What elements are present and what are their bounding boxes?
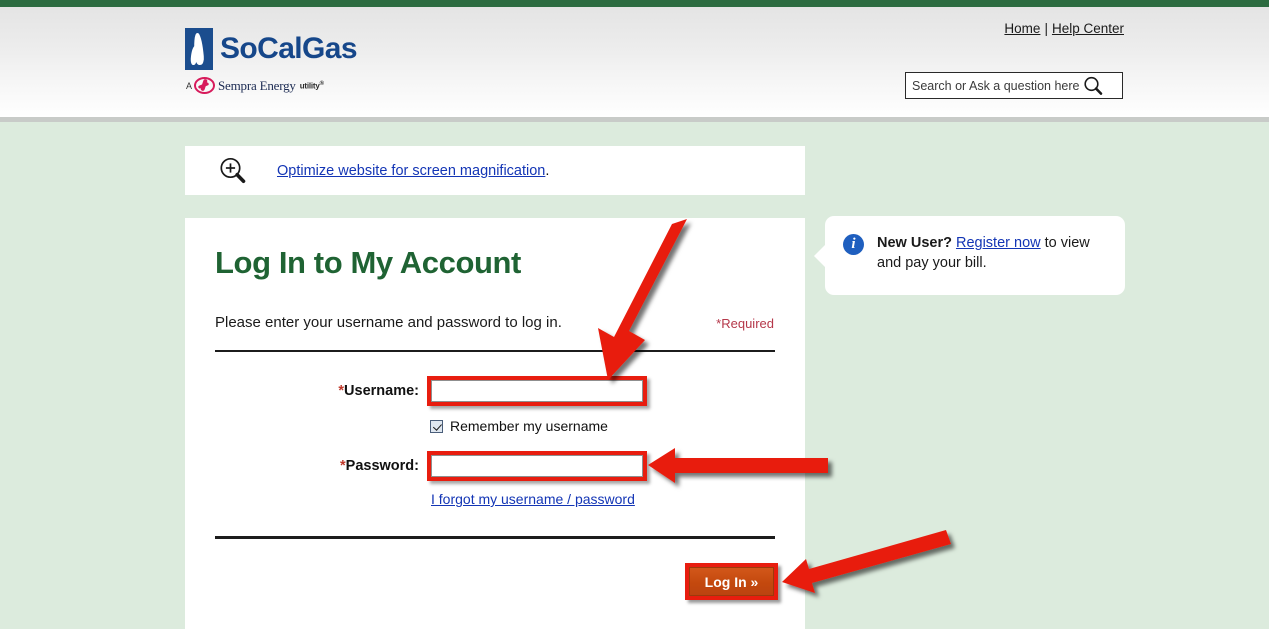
optimize-notice-text: Optimize website for screen magnificatio…: [277, 163, 549, 179]
username-input[interactable]: [431, 380, 643, 402]
tagline-prefix: A: [186, 80, 193, 91]
login-instruction: Please enter your username and password …: [215, 314, 562, 331]
sempra-runner-icon: [194, 77, 216, 94]
arrow-pointing-to-login-button: [782, 530, 951, 593]
search-box[interactable]: [905, 72, 1123, 99]
tagline-name: Sempra Energy: [218, 77, 296, 93]
login-button[interactable]: Log In »: [689, 567, 774, 596]
forgot-credentials-row: I forgot my username / password: [427, 491, 635, 507]
search-icon[interactable]: [1082, 75, 1104, 97]
password-row: *Password:: [185, 451, 805, 481]
form-divider-bottom: [215, 536, 775, 539]
password-label-text: Password:: [345, 458, 419, 474]
username-label: *Username:: [185, 383, 427, 399]
tagline-suffix: utility®: [299, 80, 324, 91]
help-center-link[interactable]: Help Center: [1052, 21, 1124, 36]
notice-period: .: [545, 162, 550, 179]
socalgas-logo[interactable]: SoCalGas A Sempra Energy utility®: [185, 28, 358, 94]
username-row: *Username:: [185, 376, 805, 406]
header-divider: [0, 117, 1269, 122]
register-now-link[interactable]: Register now: [956, 235, 1041, 251]
new-user-callout: i New User? Register now to view and pay…: [814, 216, 1125, 295]
form-divider-top: [215, 350, 775, 352]
optimize-magnification-link[interactable]: Optimize website for screen magnificatio…: [277, 163, 545, 179]
logo-primary: SoCalGas: [185, 28, 358, 70]
username-label-text: Username:: [344, 383, 419, 399]
info-icon: i: [843, 234, 864, 255]
remember-username-checkbox[interactable]: [430, 419, 443, 433]
password-label: *Password:: [185, 458, 427, 474]
callout-content: i New User? Register now to view and pay…: [843, 233, 1107, 273]
remember-username-label: Remember my username: [450, 418, 608, 434]
highlight-box-password: [427, 451, 647, 481]
top-accent-bar: [0, 0, 1269, 7]
remember-username-row[interactable]: Remember my username: [427, 418, 608, 434]
required-note: *Required: [716, 316, 774, 331]
login-panel: Log In to My Account Please enter your u…: [185, 218, 805, 629]
nav-separator: |: [1044, 21, 1048, 36]
magnifier-plus-icon: [217, 155, 249, 187]
home-link[interactable]: Home: [1004, 21, 1040, 36]
logo-wordmark: SoCalGas: [220, 32, 358, 65]
callout-text: New User? Register now to view and pay y…: [877, 233, 1107, 273]
page-title: Log In to My Account: [215, 245, 521, 280]
highlight-box-username: [427, 376, 647, 406]
screen-magnification-notice: Optimize website for screen magnificatio…: [185, 146, 805, 195]
header-nav-links: Home | Help Center: [1004, 21, 1124, 36]
search-input[interactable]: [912, 78, 1080, 93]
new-user-heading: New User?: [877, 235, 952, 251]
forgot-username-password-link[interactable]: I forgot my username / password: [431, 491, 635, 507]
logo-tagline: A Sempra Energy utility®: [186, 77, 357, 94]
highlight-box-login-button: Log In »: [685, 563, 778, 600]
flame-icon: [185, 28, 213, 70]
password-input[interactable]: [431, 455, 643, 477]
